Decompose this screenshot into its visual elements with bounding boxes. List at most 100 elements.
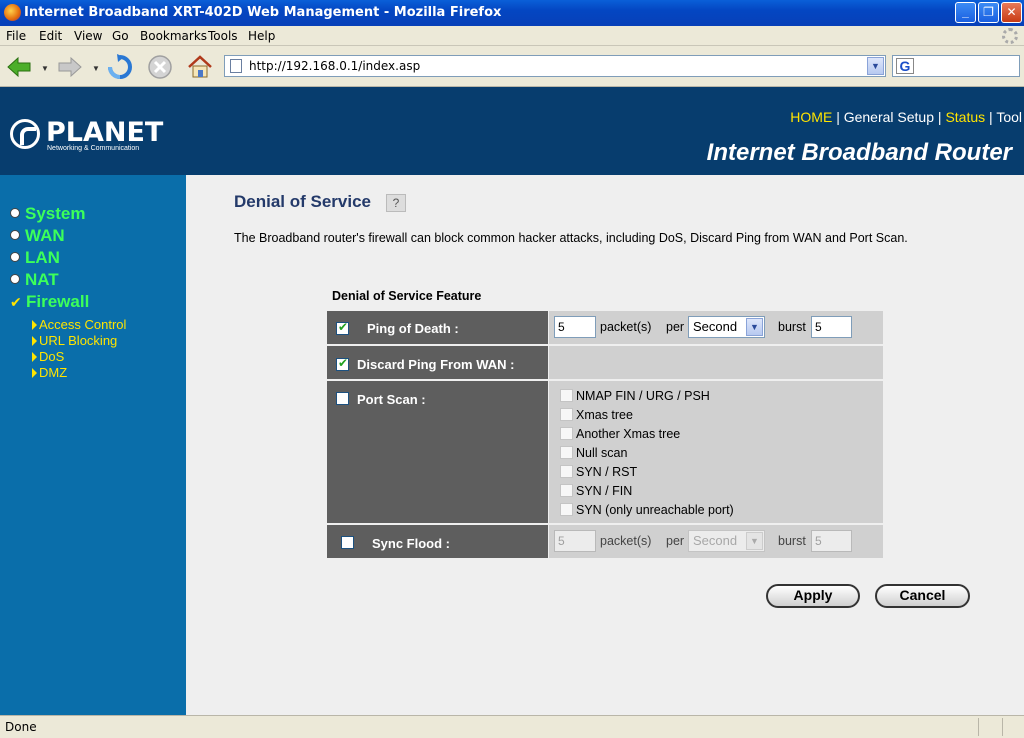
sync-flood-label: Sync Flood : <box>372 536 450 551</box>
menu-bookmarks[interactable]: Bookmarks <box>140 29 207 43</box>
search-engine-icon[interactable]: G <box>896 58 914 74</box>
port-scan-option-checkbox[interactable] <box>560 465 573 478</box>
page-description: The Broadband router's firewall can bloc… <box>234 231 908 245</box>
ping-of-death-checkbox[interactable] <box>336 320 349 335</box>
discard-ping-settings-cell <box>549 346 883 379</box>
window-titlebar: Internet Broadband XRT-402D Web Manageme… <box>0 0 1024 26</box>
forward-arrow-icon[interactable] <box>57 54 83 80</box>
menu-help[interactable]: Help <box>248 29 275 43</box>
product-title: Internet Broadband Router <box>706 139 1012 166</box>
ping-of-death-packets-input[interactable]: 5 <box>554 316 596 338</box>
cancel-button[interactable]: Cancel <box>875 584 970 608</box>
nav-general-setup[interactable]: General Setup <box>844 109 934 125</box>
home-icon[interactable] <box>187 54 213 80</box>
apply-button[interactable]: Apply <box>766 584 860 608</box>
port-scan-option[interactable]: SYN / FIN <box>560 484 632 498</box>
sidebar-item-label: WAN <box>25 226 65 245</box>
discard-ping-label-cell: Discard Ping From WAN : <box>327 346 548 379</box>
sync-flood-label-cell: Sync Flood : <box>327 525 548 558</box>
port-scan-option[interactable]: Another Xmas tree <box>560 427 680 441</box>
port-scan-checkbox[interactable] <box>336 392 349 405</box>
port-scan-option[interactable]: SYN / RST <box>560 465 637 479</box>
discard-ping-checkbox[interactable] <box>336 356 349 371</box>
menu-edit[interactable]: Edit <box>39 29 62 43</box>
per-label: per <box>666 320 685 334</box>
burst-label: burst <box>778 534 806 548</box>
back-arrow-icon[interactable] <box>6 54 32 80</box>
menu-view[interactable]: View <box>74 29 102 43</box>
chevron-down-icon[interactable]: ▼ <box>746 532 763 550</box>
port-scan-option[interactable]: Xmas tree <box>560 408 633 422</box>
address-dropdown-icon[interactable]: ▼ <box>867 57 884 75</box>
ping-of-death-settings-cell: 5 packet(s) per Second ▼ burst 5 <box>549 311 883 344</box>
arrow-right-icon <box>32 368 37 378</box>
status-bar: Done <box>0 715 1024 738</box>
port-scan-option[interactable]: NMAP FIN / URG / PSH <box>560 389 710 403</box>
arrow-right-icon <box>32 320 37 330</box>
bullet-icon <box>10 208 20 218</box>
menu-tools[interactable]: Tools <box>208 29 238 43</box>
back-dropdown-icon[interactable]: ▼ <box>41 64 49 73</box>
planet-tagline: Networking & Communication <box>47 145 140 152</box>
port-scan-option[interactable]: Null scan <box>560 446 627 460</box>
nav-home[interactable]: HOME <box>790 109 832 125</box>
menu-go[interactable]: Go <box>112 29 129 43</box>
nav-tool[interactable]: Tool <box>996 109 1022 125</box>
sidebar-subitem-url-blocking[interactable]: URL Blocking <box>32 333 117 348</box>
throbber-icon <box>1002 28 1018 44</box>
top-navigation: HOME | General Setup | Status | Tool <box>790 109 1022 125</box>
firefox-icon <box>4 4 21 21</box>
sync-flood-burst-input[interactable]: 5 <box>811 530 852 552</box>
sidebar-item-label: NAT <box>25 270 59 289</box>
sidebar-subitem-dos[interactable]: DoS <box>32 349 64 364</box>
menu-file[interactable]: File <box>6 29 26 43</box>
sidebar-item-label: Firewall <box>26 292 90 311</box>
bullet-icon <box>10 230 20 240</box>
port-scan-option-checkbox[interactable] <box>560 446 573 459</box>
port-scan-option[interactable]: SYN (only unreachable port) <box>560 503 734 517</box>
sidebar-item-wan[interactable]: WAN <box>10 226 65 246</box>
port-scan-option-checkbox[interactable] <box>560 408 573 421</box>
ping-of-death-period-select[interactable]: Second ▼ <box>688 316 765 338</box>
sidebar-item-lan[interactable]: LAN <box>10 248 60 268</box>
sidebar-subitem-access-control[interactable]: Access Control <box>32 317 126 332</box>
help-icon[interactable]: ? <box>386 194 406 212</box>
window-title: Internet Broadband XRT-402D Web Manageme… <box>24 5 502 20</box>
page-title: Denial of Service <box>234 192 372 211</box>
feature-heading: Denial of Service Feature <box>332 289 482 303</box>
maximize-button[interactable]: ❐ <box>978 2 999 23</box>
ping-of-death-period-value: Second <box>693 319 738 334</box>
chevron-down-icon[interactable]: ▼ <box>746 318 763 336</box>
close-button[interactable]: ✕ <box>1001 2 1022 23</box>
sync-flood-period-value: Second <box>693 533 738 548</box>
reload-icon[interactable] <box>107 54 133 80</box>
nav-status[interactable]: Status <box>945 109 985 125</box>
sidebar-item-nat[interactable]: NAT <box>10 270 59 290</box>
port-scan-option-checkbox[interactable] <box>560 389 573 402</box>
port-scan-option-checkbox[interactable] <box>560 484 573 497</box>
sidebar-item-firewall[interactable]: ✔ Firewall <box>10 292 89 312</box>
sidebar-item-label: System <box>25 204 86 223</box>
ping-of-death-burst-input[interactable]: 5 <box>811 316 852 338</box>
sync-flood-packets-input[interactable]: 5 <box>554 530 596 552</box>
nav-separator: | <box>836 109 840 125</box>
forward-dropdown-icon[interactable]: ▼ <box>92 64 100 73</box>
port-scan-label-cell: Port Scan : <box>327 381 548 523</box>
stop-icon[interactable] <box>147 54 173 80</box>
sync-flood-checkbox[interactable] <box>341 536 354 549</box>
burst-label: burst <box>778 320 806 334</box>
sync-flood-period-select[interactable]: Second ▼ <box>688 530 765 552</box>
sidebar: System WAN LAN NAT ✔ Firewall Access Cont… <box>0 175 186 715</box>
address-bar[interactable]: http://192.168.0.1/index.asp ▼ <box>224 55 886 77</box>
address-url[interactable]: http://192.168.0.1/index.asp <box>249 59 420 73</box>
search-box[interactable]: G <box>892 55 1020 77</box>
port-scan-option-checkbox[interactable] <box>560 503 573 516</box>
port-scan-option-checkbox[interactable] <box>560 427 573 440</box>
sidebar-subitem-dmz[interactable]: DMZ <box>32 365 67 380</box>
minimize-button[interactable]: _ <box>955 2 976 23</box>
status-text: Done <box>5 720 37 734</box>
sidebar-item-system[interactable]: System <box>10 204 85 224</box>
ping-of-death-label: Ping of Death : <box>367 321 459 336</box>
status-divider <box>1002 718 1003 736</box>
sync-flood-settings-cell: 5 packet(s) per Second ▼ burst 5 <box>549 525 883 558</box>
